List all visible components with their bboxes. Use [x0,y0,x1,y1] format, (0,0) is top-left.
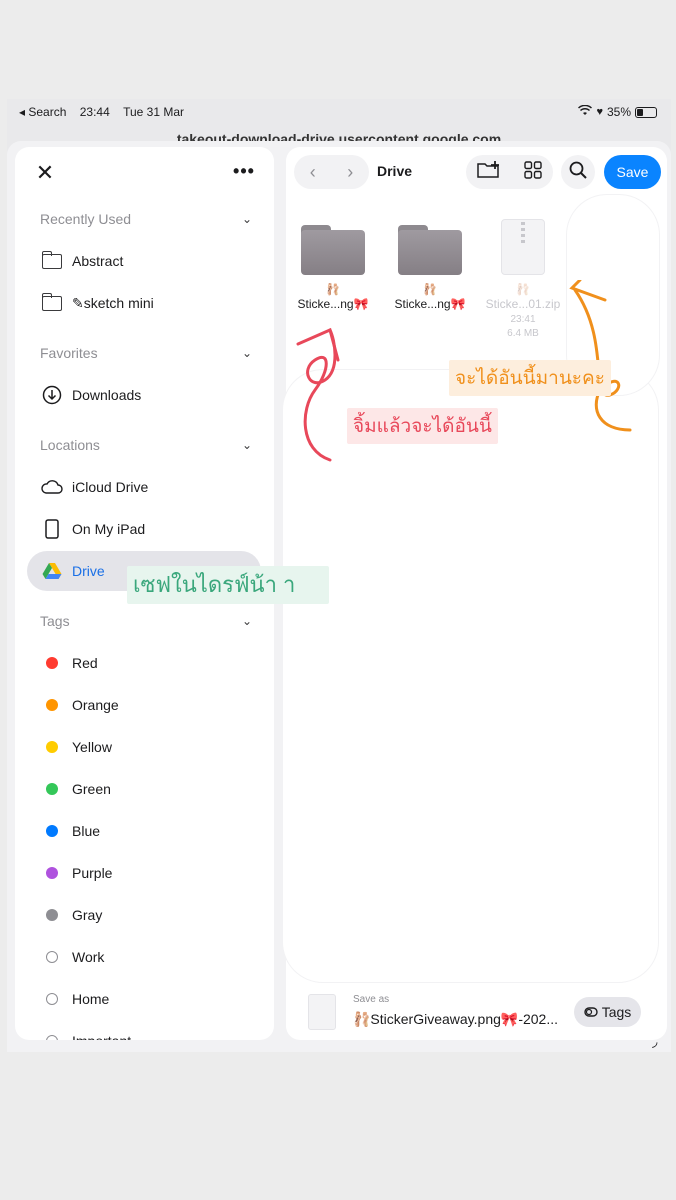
section-label: Locations [40,437,100,453]
google-drive-icon [41,560,63,582]
search-button[interactable] [561,155,595,189]
section-tags[interactable]: Tags ⌄ [40,613,252,629]
wifi-icon [578,104,593,119]
section-locations[interactable]: Locations ⌄ [40,437,252,453]
chevron-down-icon: ⌄ [241,346,252,360]
tag-color-dot-icon [41,904,63,926]
download-icon [41,384,63,406]
cloud-icon [41,476,63,498]
tag-color-dot-icon [41,778,63,800]
save-as-filename[interactable]: 🩰StickerGiveaway.png🎀-202... [353,1011,558,1028]
sidebar-item-sketch-mini[interactable]: ✎sketch mini [27,283,261,323]
sidebar-tag-label: Important [72,1033,131,1040]
resize-handle-icon[interactable]: ◞ [652,1033,657,1050]
sidebar-item-label: Drive [72,563,105,579]
tag-color-dot-icon [41,736,63,758]
sidebar-tag-label: Orange [72,697,119,713]
sidebar-tag-item[interactable]: Blue [27,811,261,851]
sidebar-tag-item[interactable]: Important [27,1021,261,1040]
tag-color-dot-icon [41,820,63,842]
sidebar-tag-label: Red [72,655,98,671]
forward-chevron-icon[interactable]: › [347,162,353,183]
battery-percent: 35% [606,105,631,119]
sidebar-tag-item[interactable]: Green [27,769,261,809]
sidebar-tag-item[interactable]: Yellow [27,727,261,767]
folder-icon [398,225,462,275]
folder-icon [41,250,63,272]
annotation-pink: จิ้มแล้วจะได้อันนี้ [347,408,498,444]
battery-icon [635,106,657,118]
section-recently-used[interactable]: Recently Used ⌄ [40,211,252,227]
zip-file-icon [501,219,545,275]
sidebar-item-label: On My iPad [72,521,146,537]
sidebar-tag-label: Home [72,991,110,1007]
grid-view-icon[interactable] [524,160,542,184]
sidebar-item-abstract[interactable]: Abstract [27,241,261,281]
tags-label: Tags [601,1004,632,1020]
sidebar-tag-label: Blue [72,823,101,839]
sidebar-item-label: Downloads [72,387,142,403]
tag-color-dot-icon [41,652,63,674]
tag-color-dot-icon [41,988,63,1010]
status-bar: ◂ Search 23:44 Tue 31 Mar ♥ 35% [7,99,671,123]
tag-color-dot-icon [41,694,63,716]
sidebar-tag-item[interactable]: Gray [27,895,261,935]
tag-color-dot-icon [41,1030,63,1040]
status-time: 23:44 [79,105,110,119]
location-title: Drive [377,163,413,179]
sidebar-item-label: Abstract [72,253,124,269]
nav-buttons: ‹ › [294,155,369,189]
chevron-down-icon: ⌄ [241,438,252,452]
section-label: Tags [40,613,70,629]
tag-icon [584,1004,598,1020]
close-button[interactable]: ✕ [31,159,59,187]
sidebar-tag-label: Purple [72,865,113,881]
sidebar-tag-label: Work [72,949,105,965]
sidebar-item-icloud-drive[interactable]: iCloud Drive [27,467,261,507]
sidebar-item-label: iCloud Drive [72,479,149,495]
status-back-label[interactable]: ◂ Search [19,105,66,119]
search-icon [569,161,587,184]
ipad-icon [41,518,63,540]
sidebar-tag-item[interactable]: Orange [27,685,261,725]
save-as-label: Save as [353,994,390,1005]
tag-color-dot-icon [41,862,63,884]
sidebar-tag-item[interactable]: Red [27,643,261,683]
sidebar-tag-label: Gray [72,907,103,923]
back-chevron-icon[interactable]: ‹ [310,162,316,183]
save-button[interactable]: Save [604,155,661,189]
folder-icon [41,292,63,314]
status-date: Tue 31 Mar [123,105,185,119]
sidebar-tag-item[interactable]: Work [27,937,261,977]
section-label: Recently Used [40,211,132,227]
save-as-bar: Save as 🩰StickerGiveaway.png🎀-202... Tag… [286,987,657,1039]
heart-icon: ♥ [596,106,603,118]
new-folder-icon[interactable] [477,160,501,184]
zip-file-icon [308,994,336,1030]
section-favorites[interactable]: Favorites ⌄ [40,345,252,361]
sidebar-item-on-my-ipad[interactable]: On My iPad [27,509,261,549]
annotation-orange: จะได้อันนี้มานะคะ [449,360,611,396]
sidebar-tag-item[interactable]: Home [27,979,261,1019]
section-label: Favorites [40,345,98,361]
annotation-green: เซฟในไดรฟ์น้า า [127,566,329,604]
tag-color-dot-icon [41,946,63,968]
sidebar-item-downloads[interactable]: Downloads [27,375,261,415]
sidebar-tag-label: Green [72,781,111,797]
folder-icon [301,225,365,275]
sidebar-item-label: ✎sketch mini [72,294,154,311]
chevron-down-icon: ⌄ [241,212,252,226]
view-options-group [466,155,553,189]
sidebar-tag-item[interactable]: Purple [27,853,261,893]
tags-button[interactable]: Tags [574,997,641,1027]
more-options-button[interactable]: ••• [230,159,258,187]
sidebar-tag-label: Yellow [72,739,112,755]
chevron-down-icon: ⌄ [241,614,252,628]
